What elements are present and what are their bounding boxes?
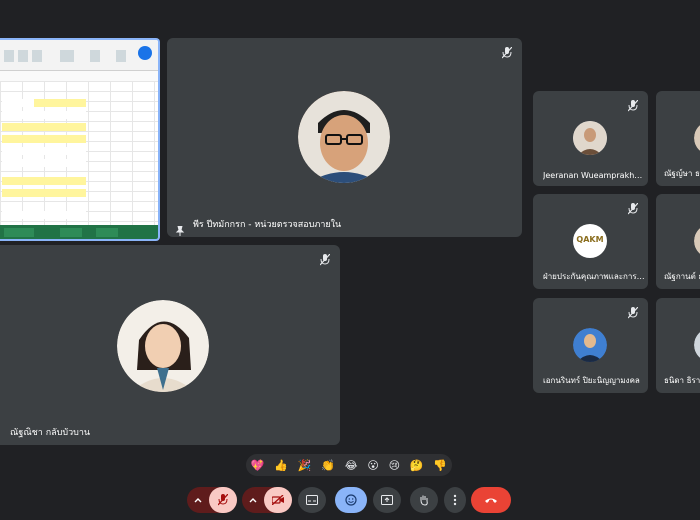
- sheet-tabs[interactable]: [0, 225, 158, 239]
- mic-off-icon: [218, 494, 228, 506]
- participant-tile-speaker[interactable]: ณัฐณิชา กลับบัวบาน: [0, 245, 340, 445]
- camera-off-button[interactable]: [264, 487, 292, 513]
- captions-icon: [306, 495, 318, 505]
- reaction-heart[interactable]: 💖: [251, 459, 265, 472]
- participant-avatar: [694, 224, 700, 258]
- end-call-button[interactable]: [471, 487, 511, 513]
- participant-avatar: [573, 121, 607, 155]
- reaction-thumbs-up[interactable]: 👍: [274, 459, 288, 472]
- participant-tile-4[interactable]: ณัฐกานต์ ธ: [656, 194, 700, 289]
- participant-name: ธนิดา ธิรา: [664, 376, 700, 385]
- presenter-name: พีร ปีทมักกรก - หน่วยตรวจสอบภายใน: [193, 220, 342, 230]
- captions-button[interactable]: [298, 487, 326, 513]
- participant-tile-presenter[interactable]: พีร ปีทมักกรก - หน่วยตรวจสอบภายใน: [167, 38, 522, 237]
- participant-avatar: [694, 121, 700, 155]
- participant-tile-5[interactable]: เอกนรินทร์ ปิยะนิญญามงคล: [533, 298, 648, 393]
- participant-name: Jeeranan Wueamprakh…: [543, 171, 643, 180]
- more-options-button[interactable]: [444, 487, 466, 513]
- camera-off-icon: [272, 495, 284, 505]
- participant-name: เอกนรินทร์ ปิยะนิญญามงคล: [543, 376, 640, 385]
- mic-off-icon: [500, 46, 514, 60]
- raise-hand-icon: [420, 495, 428, 506]
- reactions-bar: 💖 👍 🎉 👏 😂 😮 😢 🤔 👎: [246, 454, 452, 476]
- present-icon: [381, 495, 393, 505]
- reaction-clap[interactable]: 👏: [321, 459, 335, 472]
- mic-off-button[interactable]: [209, 487, 237, 513]
- speaker-name: ณัฐณิชา กลับบัวบาน: [10, 428, 91, 438]
- end-call-icon: [485, 498, 497, 503]
- screen-share-tile[interactable]: [0, 38, 160, 241]
- speaker-avatar: [117, 300, 209, 392]
- participant-name: ณัฐกานต์ ธ: [664, 272, 700, 281]
- mic-off-icon: [318, 253, 332, 267]
- excel-ribbon: [0, 40, 158, 71]
- emoji-button[interactable]: [335, 487, 367, 513]
- presenter-avatar: [298, 91, 390, 183]
- reaction-thumbs-down[interactable]: 👎: [433, 459, 447, 472]
- reaction-surprised[interactable]: 😮: [367, 459, 378, 472]
- participant-avatar: [573, 328, 607, 362]
- participant-avatar: [694, 328, 700, 362]
- participant-name: ฝ่ายประกันคุณภาพและการ…: [543, 272, 645, 281]
- emoji-icon: [345, 494, 357, 506]
- spreadsheet-grid: [0, 81, 158, 225]
- mic-off-icon: [626, 306, 640, 320]
- mic-options-chevron-icon[interactable]: [187, 487, 209, 513]
- mic-off-icon: [626, 202, 640, 216]
- more-vert-icon: [453, 494, 457, 506]
- mic-off-icon: [626, 99, 640, 113]
- participant-name: ณัฐญ์ษา ธ: [664, 169, 700, 178]
- qakm-logo: QAKM: [573, 224, 607, 258]
- present-button[interactable]: [373, 487, 401, 513]
- camera-options-chevron-icon[interactable]: [242, 487, 264, 513]
- participant-tile-6[interactable]: ธนิดา ธิรา: [656, 298, 700, 393]
- reaction-party[interactable]: 🎉: [298, 459, 312, 472]
- camera-control-group: [242, 487, 292, 513]
- participant-tile-2[interactable]: ณัฐญ์ษา ธ: [656, 91, 700, 186]
- reaction-thinking[interactable]: 🤔: [410, 459, 424, 472]
- presenting-badge-icon: [138, 46, 152, 60]
- reaction-sad[interactable]: 😢: [389, 459, 400, 472]
- participant-tile-3[interactable]: QAKM ฝ่ายประกันคุณภาพและการ…: [533, 194, 648, 289]
- mic-control-group: [187, 487, 237, 513]
- raise-hand-button[interactable]: [410, 487, 438, 513]
- reaction-laugh[interactable]: 😂: [345, 459, 358, 472]
- pin-icon[interactable]: [175, 221, 185, 236]
- participant-tile-1[interactable]: Jeeranan Wueamprakh…: [533, 91, 648, 186]
